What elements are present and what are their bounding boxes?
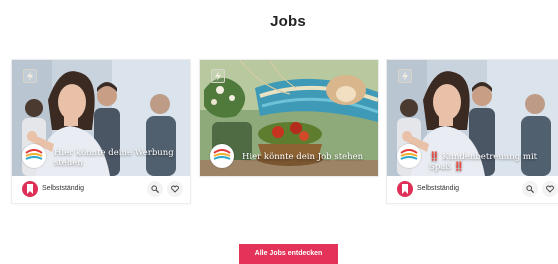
job-card[interactable]: Hier könnte dein Job stehen bbox=[200, 60, 378, 176]
company-logo bbox=[397, 144, 421, 168]
job-title[interactable]: Hier könnte deine Werbung stehen bbox=[54, 148, 182, 168]
job-title[interactable]: ‼️ Kundenbetreuung mit Spaß ‼️ bbox=[429, 152, 557, 172]
heart-icon bbox=[171, 185, 179, 193]
job-card-image[interactable]: Hier könnte dein Job stehen bbox=[200, 60, 378, 176]
heart-icon bbox=[546, 185, 554, 193]
job-card-footer: Selbstständig bbox=[387, 176, 558, 203]
job-title[interactable]: Hier könnte dein Job stehen bbox=[242, 152, 370, 162]
flash-icon bbox=[215, 71, 221, 81]
job-card-footer: Selbstständig bbox=[12, 176, 190, 203]
job-type: Selbstständig bbox=[417, 185, 460, 192]
job-card[interactable]: Hier könnte deine Werbung stehen Selbsts… bbox=[12, 60, 190, 203]
zoom-button[interactable] bbox=[147, 181, 163, 197]
favorite-button[interactable] bbox=[542, 181, 558, 197]
zoom-icon bbox=[526, 185, 534, 193]
favorite-button[interactable] bbox=[167, 181, 183, 197]
job-type-badge bbox=[397, 181, 413, 197]
job-card-image[interactable]: Hier könnte deine Werbung stehen bbox=[12, 60, 190, 176]
zoom-icon bbox=[151, 185, 159, 193]
all-jobs-button[interactable]: Alle Jobs entdecken bbox=[239, 244, 338, 264]
job-type: Selbstständig bbox=[42, 185, 85, 192]
page-title: Jobs bbox=[270, 13, 306, 30]
company-logo-icon bbox=[400, 149, 418, 160]
company-logo-icon bbox=[213, 149, 231, 160]
flash-icon bbox=[402, 71, 408, 81]
flash-badge bbox=[23, 69, 37, 83]
zoom-button[interactable] bbox=[522, 181, 538, 197]
bookmark-icon bbox=[402, 184, 408, 194]
company-logo-icon bbox=[25, 149, 43, 160]
bookmark-icon bbox=[27, 184, 33, 194]
job-card[interactable]: ‼️ Kundenbetreuung mit Spaß ‼️ Selbststä… bbox=[387, 60, 558, 203]
flash-badge bbox=[211, 69, 225, 83]
company-logo bbox=[22, 144, 46, 168]
job-type-badge bbox=[22, 181, 38, 197]
company-logo bbox=[210, 144, 234, 168]
job-card-image[interactable]: ‼️ Kundenbetreuung mit Spaß ‼️ bbox=[387, 60, 558, 176]
flash-badge bbox=[398, 69, 412, 83]
flash-icon bbox=[27, 71, 33, 81]
